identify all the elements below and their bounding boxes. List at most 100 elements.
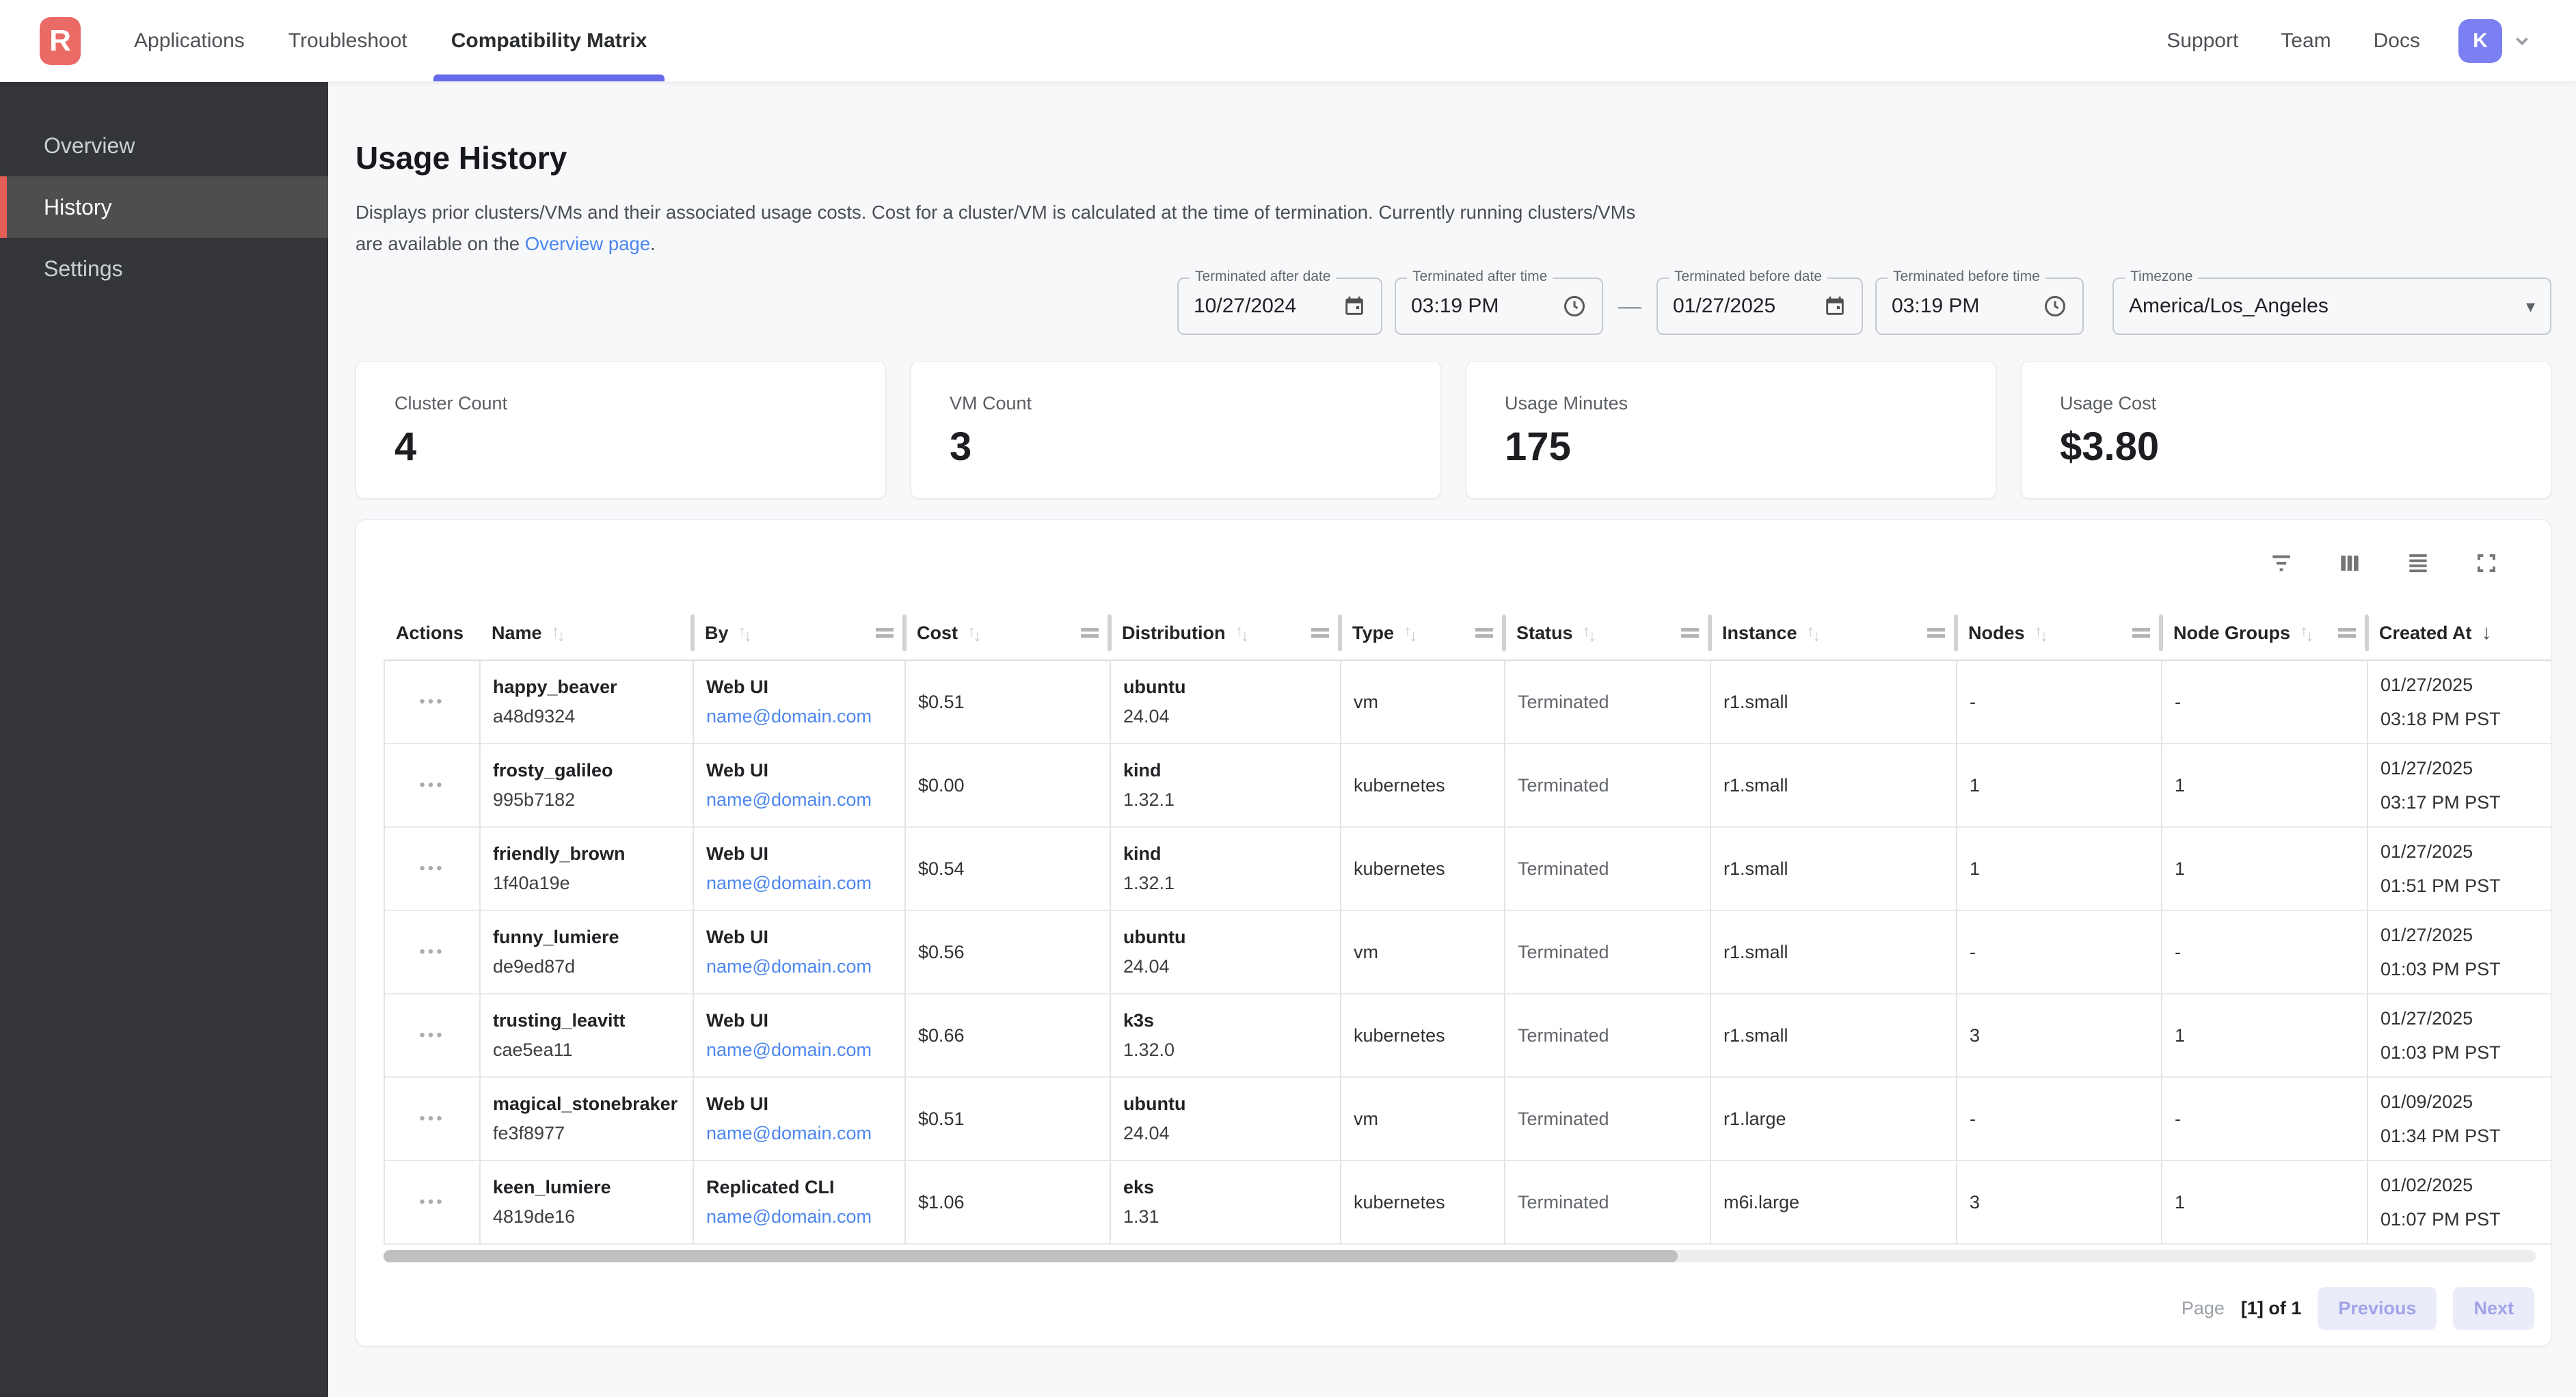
page-number: [1] of 1	[2241, 1298, 2302, 1319]
distribution-name: ubuntu	[1123, 677, 1340, 698]
sidebar-item-overview[interactable]: Overview	[0, 115, 328, 176]
calendar-icon[interactable]	[1823, 295, 1847, 318]
usage-table-card: Actions Name↑↓ By↑↓ Cost↑↓ Distribution↑…	[355, 519, 2551, 1346]
column-menu-icon[interactable]	[2132, 628, 2150, 638]
created-time: 03:18 PM PST	[2380, 706, 2551, 732]
column-menu-icon[interactable]	[1311, 628, 1329, 638]
created-by-source: Web UI	[706, 843, 904, 865]
calendar-icon[interactable]	[1343, 295, 1366, 318]
sort-icon: ↑↓	[2300, 625, 2313, 641]
distribution-cell: k3s1.32.0	[1111, 994, 1341, 1078]
more-actions-icon: •••	[419, 942, 444, 962]
column-menu-icon[interactable]	[1475, 628, 1493, 638]
account-menu[interactable]: K	[2458, 19, 2532, 63]
column-menu-icon[interactable]	[2338, 628, 2356, 638]
creator-email-link[interactable]: name@domain.com	[706, 1123, 904, 1144]
terminated-after-date-field[interactable]: Terminated after date 10/27/2024	[1177, 277, 1382, 335]
date-range-separator: —	[1618, 293, 1641, 320]
replicated-logo[interactable]: R	[40, 17, 81, 65]
timezone-select[interactable]: Timezone America/Los_Angeles ▾	[2112, 277, 2551, 335]
row-actions-button[interactable]: •••	[385, 744, 481, 828]
cluster-name: funny_lumiere	[493, 927, 693, 948]
row-actions-button[interactable]: •••	[385, 911, 481, 994]
column-menu-icon[interactable]	[876, 628, 894, 638]
fullscreen-icon[interactable]	[2470, 547, 2503, 580]
field-label: Terminated after time	[1407, 269, 1553, 285]
instance-value: r1.small	[1723, 1025, 1956, 1046]
cost-value: $1.06	[918, 1192, 1110, 1213]
column-header-name[interactable]: Name↑↓	[479, 606, 693, 660]
column-label: Cost	[917, 623, 958, 644]
stat-cards: Cluster Count 4 VM Count 3 Usage Minutes…	[355, 361, 2551, 499]
creator-email-link[interactable]: name@domain.com	[706, 873, 904, 894]
column-header-status[interactable]: Status ↑↓	[1504, 606, 1710, 660]
row-actions-button[interactable]: •••	[385, 828, 481, 911]
creator-email-link[interactable]: name@domain.com	[706, 956, 904, 977]
column-header-created-at[interactable]: Created At↓	[2367, 606, 2551, 660]
next-page-button[interactable]: Next	[2453, 1287, 2534, 1330]
name-cell: trusting_leavittcae5ea11	[481, 994, 694, 1078]
tab-compatibility-matrix[interactable]: Compatibility Matrix	[433, 0, 665, 81]
sidebar-item-history[interactable]: History	[0, 176, 328, 238]
column-header-nodes[interactable]: Nodes↑↓	[1956, 606, 2161, 660]
row-actions-button[interactable]: •••	[385, 1078, 481, 1161]
nav-link-support[interactable]: Support	[2166, 29, 2238, 53]
terminated-before-time-field[interactable]: Terminated before time 03:19 PM	[1875, 277, 2084, 335]
status-cell: Terminated	[1505, 1078, 1711, 1161]
column-header-instance[interactable]: Instance↑↓	[1710, 606, 1956, 660]
row-actions-button[interactable]: •••	[385, 1161, 481, 1245]
nav-link-team[interactable]: Team	[2281, 29, 2331, 53]
tab-applications[interactable]: Applications	[116, 0, 263, 81]
column-header-type[interactable]: Type↑↓	[1340, 606, 1504, 660]
cost-cell: $0.56	[906, 911, 1111, 994]
row-actions-button[interactable]: •••	[385, 661, 481, 744]
horizontal-scrollbar-thumb[interactable]	[384, 1250, 1678, 1262]
main-content: Usage History Displays prior clusters/VM…	[328, 82, 2576, 1397]
cost-value: $0.51	[918, 692, 1110, 713]
stat-card: Cluster Count 4	[355, 361, 886, 499]
stat-label: Cluster Count	[394, 393, 885, 414]
type-cell: vm	[1341, 911, 1505, 994]
filter-icon[interactable]	[2265, 547, 2298, 580]
column-label: Status	[1516, 623, 1573, 644]
column-label: Node Groups	[2173, 623, 2290, 644]
type-value: kubernetes	[1354, 1192, 1504, 1213]
horizontal-scrollbar-track[interactable]	[384, 1250, 2536, 1262]
column-menu-icon[interactable]	[1081, 628, 1099, 638]
column-header-by[interactable]: By↑↓	[693, 606, 904, 660]
clock-icon[interactable]	[1562, 294, 1587, 318]
cluster-name: friendly_brown	[493, 843, 693, 865]
column-label: Instance	[1722, 623, 1797, 644]
created-date: 01/27/2025	[2380, 672, 2551, 698]
column-header-actions: Actions	[384, 606, 479, 660]
distribution-version: 1.32.1	[1123, 873, 1340, 894]
row-actions-button[interactable]: •••	[385, 994, 481, 1078]
creator-email-link[interactable]: name@domain.com	[706, 706, 904, 727]
status-cell: Terminated	[1505, 744, 1711, 828]
tab-troubleshoot[interactable]: Troubleshoot	[271, 0, 425, 81]
columns-icon[interactable]	[2333, 547, 2366, 580]
column-menu-icon[interactable]	[1927, 628, 1945, 638]
column-header-distribution[interactable]: Distribution↑↓	[1110, 606, 1340, 660]
sidebar-item-settings[interactable]: Settings	[0, 238, 328, 299]
creator-email-link[interactable]: name@domain.com	[706, 789, 904, 811]
column-header-cost[interactable]: Cost↑↓	[904, 606, 1110, 660]
column-header-node-groups[interactable]: Node Groups ↑↓	[2161, 606, 2367, 660]
creator-email-link[interactable]: name@domain.com	[706, 1040, 904, 1061]
nav-link-docs[interactable]: Docs	[2374, 29, 2420, 53]
creator-email-link[interactable]: name@domain.com	[706, 1206, 904, 1228]
overview-page-link[interactable]: Overview page	[525, 233, 650, 254]
more-actions-icon: •••	[419, 692, 444, 711]
previous-page-button[interactable]: Previous	[2318, 1287, 2437, 1330]
terminated-before-date-field[interactable]: Terminated before date 01/27/2025	[1656, 277, 1863, 335]
type-cell: vm	[1341, 661, 1505, 744]
clock-icon[interactable]	[2043, 294, 2067, 318]
node-groups-cell: 1	[2162, 994, 2368, 1078]
sort-icon: ↑↓	[2035, 625, 2048, 641]
terminated-after-time-field[interactable]: Terminated after time 03:19 PM	[1395, 277, 1603, 335]
field-value: 03:19 PM	[1892, 295, 2033, 318]
density-icon[interactable]	[2402, 547, 2434, 580]
column-menu-icon[interactable]	[1681, 628, 1699, 638]
cluster-id: 4819de16	[493, 1206, 693, 1228]
sort-icon: ↑↓	[1583, 625, 1596, 641]
